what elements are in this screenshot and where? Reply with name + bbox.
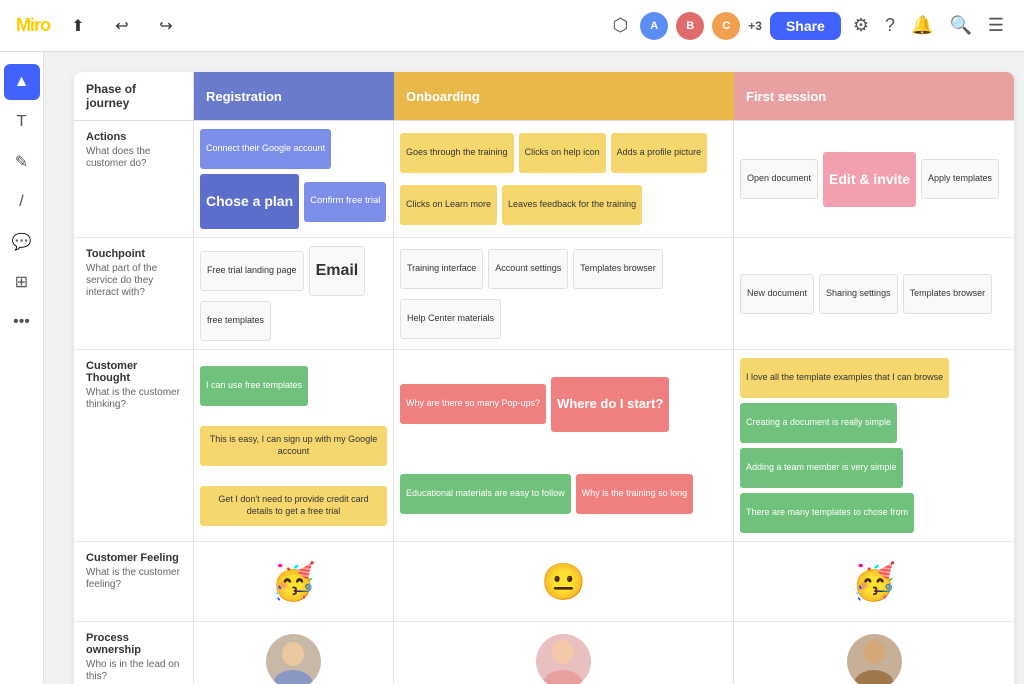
touchpoint-label: Touchpoint What part of the service do t… <box>74 238 194 349</box>
frame-tool[interactable]: ⊞ <box>4 264 40 300</box>
undo-button[interactable]: ↩ <box>106 10 138 42</box>
feeling-onb: 😐 <box>394 542 734 621</box>
phase-firstsession: First session <box>734 72 1014 120</box>
sticky-free-templates-tp: free templates <box>200 301 271 341</box>
ownership-label: Process ownership Who is in the lead on … <box>74 622 194 684</box>
sticky-edit-invite: Edit & invite <box>823 152 916 207</box>
avatar-extra-count: +3 <box>748 19 762 33</box>
cursor-icon: ⬡ <box>609 11 633 40</box>
sticky-open-doc: Open document <box>740 159 818 199</box>
actions-reg: Connect their Google account Chose a pla… <box>194 121 394 237</box>
feeling-onb-emoji: 😐 <box>541 561 586 603</box>
actions-row: Actions What does the customer do? Conne… <box>74 121 1014 238</box>
sticky-clicks-help: Clicks on help icon <box>519 133 606 173</box>
toolbar-right: ⬡ A B C +3 Share ⚙ ? 🔔 🔍 ☰ <box>609 11 1008 40</box>
feeling-row: Customer Feeling What is the customer fe… <box>74 542 1014 622</box>
redo-button[interactable]: ↪ <box>150 10 182 42</box>
left-sidebar: ▲ T ✎ / 💬 ⊞ ••• <box>0 52 44 684</box>
touchpoint-reg: Free trial landing page Email free templ… <box>194 238 394 349</box>
feeling-fs: 🥳 <box>734 542 1014 621</box>
sticky-no-credit: Get I don't need to provide credit card … <box>200 486 387 526</box>
sticky-new-doc: New document <box>740 274 814 314</box>
share-button[interactable]: Share <box>770 12 841 40</box>
ownership-fs <box>734 622 1014 684</box>
sticky-easy-signup: This is easy, I can sign up with my Goog… <box>200 426 387 466</box>
feeling-reg-emoji: 🥳 <box>271 561 316 603</box>
owner-fs-avatar <box>847 634 902 684</box>
touchpoint-onb: Training interface Account settings Temp… <box>394 238 734 349</box>
canvas: Phase of journey Registration Onboarding… <box>44 52 1024 684</box>
actions-label: Actions What does the customer do? <box>74 121 194 237</box>
sticky-many-templates: There are many templates to chose from <box>740 493 914 533</box>
upload-button[interactable]: ⬆ <box>62 10 94 42</box>
sticky-email: Email <box>309 246 366 296</box>
sticky-many-popups: Why are there so many Pop-ups? <box>400 384 546 424</box>
notifications-icon[interactable]: 🔔 <box>907 11 937 40</box>
sticky-apply-templates: Apply templates <box>921 159 999 199</box>
thought-label: Customer Thought What is the customer th… <box>74 350 194 541</box>
sticky-adds-profile: Adds a profile picture <box>611 133 708 173</box>
thought-reg: I can use free templates This is easy, I… <box>194 350 394 541</box>
sticky-help-center: Help Center materials <box>400 299 501 339</box>
search-icon[interactable]: 🔍 <box>945 11 975 40</box>
note-tool[interactable]: ✎ <box>4 144 40 180</box>
sticky-easy-follow: Educational materials are easy to follow <box>400 474 571 514</box>
phase-header-row: Phase of journey Registration Onboarding… <box>74 72 1014 121</box>
ownership-reg <box>194 622 394 684</box>
more-tools[interactable]: ••• <box>4 304 40 340</box>
sticky-where-start: Where do I start? <box>551 377 669 432</box>
sticky-templates-browser: Templates browser <box>573 249 663 289</box>
sticky-love-templates: I love all the template examples that I … <box>740 358 949 398</box>
touchpoint-fs: New document Sharing settings Templates … <box>734 238 1014 349</box>
phase-onboarding: Onboarding <box>394 72 734 120</box>
menu-icon[interactable]: ☰ <box>984 11 1008 40</box>
feeling-fs-emoji: 🥳 <box>852 561 897 603</box>
sticky-use-free: I can use free templates <box>200 366 308 406</box>
feeling-label: Customer Feeling What is the customer fe… <box>74 542 194 621</box>
actions-fs: Open document Edit & invite Apply templa… <box>734 121 1014 237</box>
sticky-training-long: Why is the training so long <box>576 474 694 514</box>
sticky-chose-plan: Chose a plan <box>200 174 299 229</box>
text-tool[interactable]: T <box>4 104 40 140</box>
select-tool[interactable]: ▲ <box>4 64 40 100</box>
sticky-team-simple: Adding a team member is very simple <box>740 448 903 488</box>
sticky-templates-browser-fs: Templates browser <box>903 274 993 314</box>
sticky-confirm-trial: Confirm free trial <box>304 182 386 222</box>
avatar-3: C <box>712 12 740 40</box>
sticky-goes-training: Goes through the training <box>400 133 514 173</box>
sticky-leaves-feedback: Leaves feedback for the training <box>502 185 642 225</box>
sticky-sharing-settings: Sharing settings <box>819 274 898 314</box>
journey-map: Phase of journey Registration Onboarding… <box>74 72 1014 684</box>
thought-row: Customer Thought What is the customer th… <box>74 350 1014 542</box>
avatar-1: A <box>640 12 668 40</box>
sticky-clicks-learn: Clicks on Learn more <box>400 185 497 225</box>
owner-onb-avatar <box>536 634 591 684</box>
avatar-2: B <box>676 12 704 40</box>
ownership-row: Process ownership Who is in the lead on … <box>74 622 1014 684</box>
help-icon[interactable]: ? <box>881 11 899 40</box>
toolbar: Miro ⬆ ↩ ↪ ⬡ A B C +3 Share ⚙ ? 🔔 🔍 ☰ <box>0 0 1024 52</box>
sticky-creating-simple: Creating a document is really simple <box>740 403 897 443</box>
miro-logo: Miro <box>16 15 50 36</box>
settings-icon[interactable]: ⚙ <box>849 11 873 40</box>
touchpoint-row: Touchpoint What part of the service do t… <box>74 238 1014 350</box>
comment-tool[interactable]: 💬 <box>4 224 40 260</box>
feeling-reg: 🥳 <box>194 542 394 621</box>
toolbar-left: Miro ⬆ ↩ ↪ <box>16 10 182 42</box>
thought-fs: I love all the template examples that I … <box>734 350 1014 541</box>
sticky-account-settings: Account settings <box>488 249 568 289</box>
sticky-training-interface: Training interface <box>400 249 483 289</box>
phase-label: Phase of journey <box>74 72 194 120</box>
owner-reg-avatar <box>266 634 321 684</box>
actions-onb: Goes through the training Clicks on help… <box>394 121 734 237</box>
ownership-onb <box>394 622 734 684</box>
sticky-connect-google: Connect their Google account <box>200 129 331 169</box>
line-tool[interactable]: / <box>4 184 40 220</box>
sticky-landing-page: Free trial landing page <box>200 251 304 291</box>
thought-onb: Why are there so many Pop-ups? Where do … <box>394 350 734 541</box>
phase-registration: Registration <box>194 72 394 120</box>
